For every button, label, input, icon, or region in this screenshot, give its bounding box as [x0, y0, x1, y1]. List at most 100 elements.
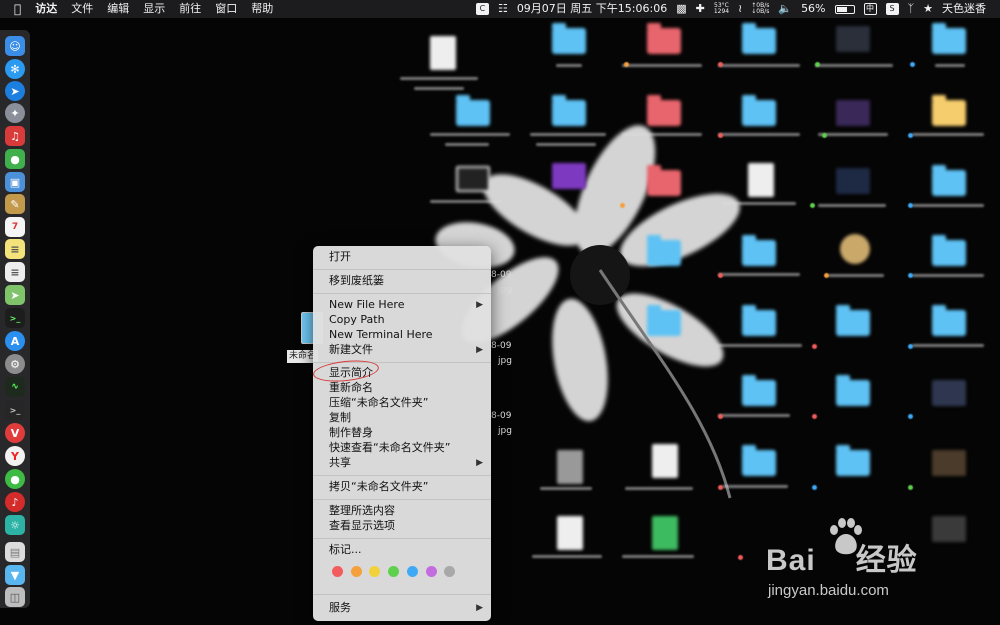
desktop-folder-icon[interactable]	[552, 95, 586, 126]
desktop-folder-icon[interactable]	[647, 165, 681, 196]
stickies-icon[interactable]: ≡	[5, 239, 25, 259]
user-name[interactable]: 天色迷香	[942, 0, 986, 18]
desktop-folder-icon[interactable]	[836, 305, 870, 336]
grid-app-icon[interactable]: ✚	[696, 0, 705, 18]
volume-icon[interactable]: 🔈	[778, 0, 792, 18]
menu-item-tags[interactable]: 标记...	[329, 543, 483, 557]
menu-go[interactable]: 前往	[179, 0, 201, 18]
desktop-file-icon[interactable]	[557, 450, 583, 484]
menu-item-new-file[interactable]: 新建文件 ▶	[329, 343, 483, 357]
launchpad-icon[interactable]: ✦	[5, 103, 25, 123]
tag-gray[interactable]	[444, 566, 455, 577]
menu-edit[interactable]: 编辑	[107, 0, 129, 18]
menu-item-duplicate[interactable]: 复制	[329, 411, 483, 425]
desktop-folder-icon[interactable]	[836, 375, 870, 406]
desktop-folder-icon[interactable]	[647, 235, 681, 266]
desktop-folder-icon[interactable]	[552, 23, 586, 54]
menu-item-show-view-options[interactable]: 查看显示选项	[329, 519, 483, 533]
desktop-folder-icon[interactable]	[932, 235, 966, 266]
desktop-folder-icon[interactable]	[932, 305, 966, 336]
desktop-folder-icon[interactable]	[836, 445, 870, 476]
tag-green[interactable]	[388, 566, 399, 577]
desktop-folder-icon[interactable]	[932, 23, 966, 54]
star-icon[interactable]: ★	[923, 0, 933, 18]
desktop-folder-icon[interactable]	[742, 445, 776, 476]
desktop-folder-icon[interactable]	[742, 375, 776, 406]
activity-monitor-icon[interactable]: ∿	[5, 377, 25, 397]
menu-item-new-file-here[interactable]: New File Here ▶	[329, 298, 483, 312]
tag-yellow[interactable]	[369, 566, 380, 577]
menu-item-get-info[interactable]: 显示简介	[329, 366, 483, 380]
apple-icon[interactable]: 	[14, 0, 21, 18]
temp-rpm-monitor[interactable]: 53°C 1294	[714, 3, 729, 15]
preview-icon[interactable]: ▣	[5, 172, 25, 192]
menu-item-new-terminal-here[interactable]: New Terminal Here	[329, 328, 483, 342]
input-method[interactable]: 中	[863, 3, 877, 15]
battery-icon[interactable]	[834, 4, 855, 14]
desktop-image-icon[interactable]	[456, 166, 490, 192]
calendar-icon[interactable]: ☷	[498, 0, 508, 18]
menu-item-move-to-trash[interactable]: 移到废纸篓	[329, 274, 483, 288]
menu-item-compress[interactable]: 压缩“未命名文件夹”	[329, 396, 483, 410]
terminal-icon[interactable]: >_	[5, 400, 25, 420]
downloads-folder-icon[interactable]: ▼	[5, 565, 25, 585]
terminal-dock-icon[interactable]: >_	[5, 308, 25, 328]
calendar-dock-icon[interactable]: 7	[5, 217, 25, 237]
compass-icon[interactable]: ➤	[5, 81, 25, 101]
wechat-icon[interactable]: ●	[5, 469, 25, 489]
desktop-folder-icon[interactable]	[742, 305, 776, 336]
menu-item-quick-look[interactable]: 快速查看“未命名文件夹”	[329, 441, 483, 455]
system-preferences-icon[interactable]: ⚙	[5, 354, 25, 374]
netease-music-icon[interactable]: ♪	[5, 492, 25, 512]
desktop-video-icon[interactable]	[932, 450, 966, 476]
trash-icon[interactable]: ◫	[5, 587, 25, 607]
desktop-folder-icon[interactable]	[647, 305, 681, 336]
menu-item-rename[interactable]: 重新命名	[329, 381, 483, 395]
menu-item-make-alias[interactable]: 制作替身	[329, 426, 483, 440]
menu-item-share[interactable]: 共享 ▶	[329, 456, 483, 470]
display-icon[interactable]: ▩	[676, 0, 686, 18]
battery-percent[interactable]: 56%	[801, 0, 825, 18]
desktop-file-icon[interactable]	[748, 163, 774, 197]
notes-icon[interactable]: ✎	[5, 194, 25, 214]
c-app-icon[interactable]: C	[475, 3, 489, 15]
desktop-folder-icon[interactable]	[742, 95, 776, 126]
desktop-file-icon[interactable]	[652, 516, 678, 550]
menu-item-copy-item[interactable]: 拷贝“未命名文件夹”	[329, 480, 483, 494]
menu-item-copy-path[interactable]: Copy Path	[329, 313, 483, 327]
maps-icon[interactable]: ➤	[5, 285, 25, 305]
desktop-video-icon[interactable]	[836, 26, 870, 52]
file-stack-icon[interactable]: ▤	[5, 542, 25, 562]
desktop-file-icon[interactable]	[652, 444, 678, 478]
finder-icon[interactable]: ☺	[5, 36, 25, 56]
desktop-video-icon[interactable]	[836, 168, 870, 194]
desktop-video-icon[interactable]	[836, 100, 870, 126]
menu-file[interactable]: 文件	[71, 0, 93, 18]
tag-blue[interactable]	[407, 566, 418, 577]
menu-view[interactable]: 显示	[143, 0, 165, 18]
vivaldi-icon[interactable]: V	[5, 423, 25, 443]
desktop-image-icon[interactable]	[552, 163, 586, 189]
teal-app-icon[interactable]: ☼	[5, 515, 25, 535]
menu-help[interactable]: 帮助	[251, 0, 273, 18]
desktop-folder-icon[interactable]	[456, 95, 490, 126]
tag-red[interactable]	[332, 566, 343, 577]
desktop-folder-icon[interactable]	[932, 165, 966, 196]
desktop-file-icon[interactable]	[430, 36, 456, 70]
menu-window[interactable]: 窗口	[215, 0, 237, 18]
menu-item-services[interactable]: 服务 ▶	[329, 601, 483, 615]
safari-icon[interactable]: ✻	[5, 59, 25, 79]
menu-item-clean-up-selection[interactable]: 整理所选内容	[329, 504, 483, 518]
desktop-file-icon[interactable]	[557, 516, 583, 550]
desktop-folder-icon[interactable]	[647, 23, 681, 54]
datetime[interactable]: 09月07日 周五 下午15:06:06	[517, 0, 667, 18]
s-app-icon[interactable]: S	[885, 3, 899, 15]
red-app-icon[interactable]: ♫	[5, 126, 25, 146]
desktop-folder-icon[interactable]	[932, 95, 966, 126]
desktop-video-icon[interactable]	[932, 516, 966, 542]
menu-finder[interactable]: 访达	[35, 0, 57, 18]
tag-purple[interactable]	[426, 566, 437, 577]
bluetooth-icon[interactable]: ᛉ	[908, 0, 915, 18]
desktop-video-icon[interactable]	[932, 380, 966, 406]
app-store-icon[interactable]: A	[5, 331, 25, 351]
